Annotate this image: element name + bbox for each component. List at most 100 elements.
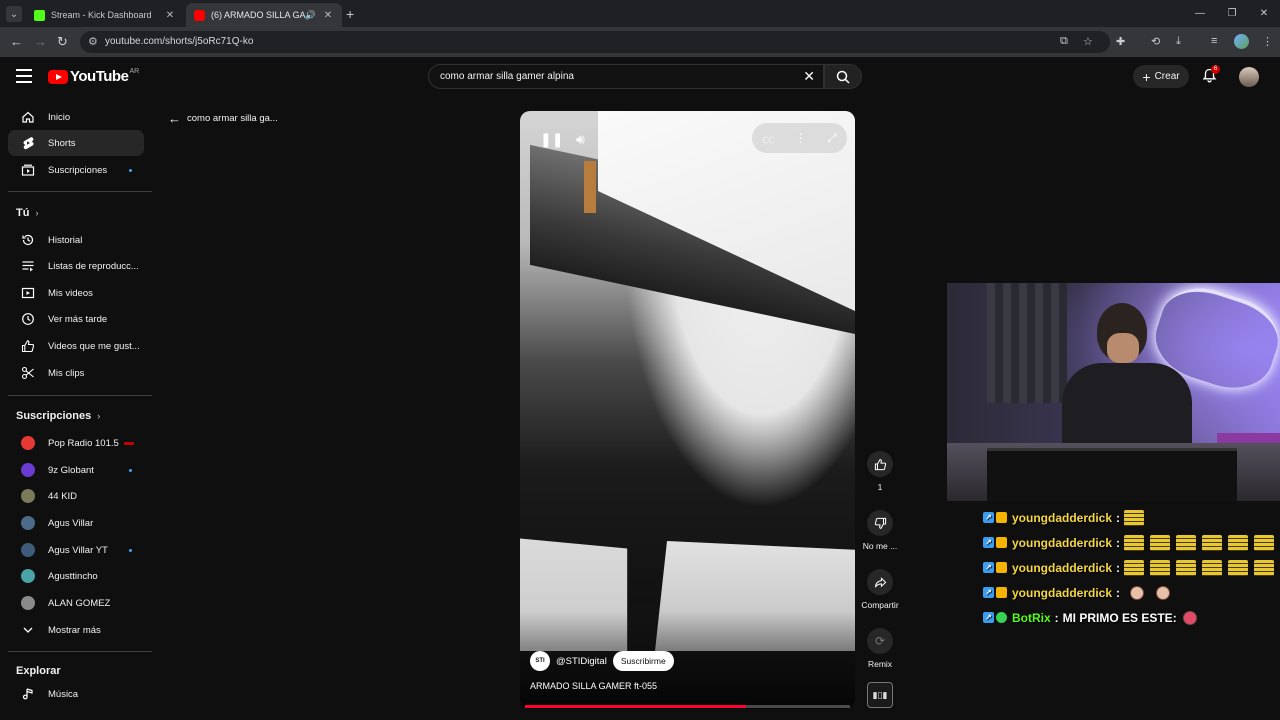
download-icon[interactable]: ⤓ <box>1176 35 1181 48</box>
close-tab-icon[interactable]: ✕ <box>322 10 334 21</box>
search-input[interactable]: como armar silla gamer alpina ✕ <box>428 64 824 89</box>
bookmark-star-icon[interactable]: ☆ <box>1083 35 1093 48</box>
subscribe-button[interactable]: Suscribirme <box>612 651 674 671</box>
close-tab-icon[interactable]: ✕ <box>164 10 176 21</box>
captions-icon[interactable]: ㏄ <box>762 130 774 147</box>
notification-count-badge: 6 <box>1211 65 1220 74</box>
fullscreen-icon[interactable]: ⤢ <box>827 131 837 146</box>
sidebar-channel-agusttincho[interactable]: Agusttincho <box>8 563 144 589</box>
tab-title: Stream - Kick Dashboard <box>51 10 152 20</box>
chat-username: youngdadderdick <box>1012 510 1113 525</box>
sidebar-item-musica[interactable]: Música <box>8 681 144 707</box>
back-arrow-icon[interactable]: ← <box>10 34 23 49</box>
tab-search-button[interactable]: ⌄ <box>6 6 22 22</box>
history-icon[interactable]: ⟲ <box>1151 35 1160 48</box>
sidebar-show-more[interactable]: Mostrar más <box>8 617 144 643</box>
emote-icon <box>1176 534 1197 551</box>
emote-icon <box>1202 559 1223 576</box>
remix-button[interactable]: ⟳ Remix <box>856 628 904 669</box>
sidebar-item-playlists[interactable]: Listas de reproducc... <box>8 253 144 279</box>
like-button[interactable]: 1 <box>856 451 904 492</box>
sidebar-channel-alan-gomez[interactable]: ALAN GOMEZ <box>8 590 144 616</box>
video-title[interactable]: ARMADO SILLA GAMER ft-055 <box>530 681 657 691</box>
sidebar-item-mis-videos[interactable]: Mis videos <box>8 280 144 306</box>
chevron-down-icon <box>8 623 48 637</box>
tab-youtube-short[interactable]: (6) ARMADO SILLA GAMER 🔊 ✕ <box>186 3 342 27</box>
emote-icon <box>1124 559 1145 576</box>
clear-search-icon[interactable]: ✕ <box>803 68 815 85</box>
playlists-icon <box>8 259 48 273</box>
tab-kick-dashboard[interactable]: Stream - Kick Dashboard ✕ <box>26 3 184 27</box>
video-progress-bar[interactable] <box>525 705 850 708</box>
sidebar-channel-agus-villar-yt[interactable]: Agus Villar YT <box>8 537 144 563</box>
player-options: ㏄ ⋮ ⤢ <box>752 123 847 153</box>
site-info-icon[interactable]: ⚙ <box>88 35 98 48</box>
create-button[interactable]: + Crear <box>1133 65 1189 88</box>
search-button[interactable] <box>824 64 862 89</box>
volume-icon[interactable]: 🔊︎ <box>576 131 585 148</box>
youtube-logo[interactable]: YouTube AR <box>48 68 139 85</box>
share-button[interactable]: Compartir <box>856 569 904 610</box>
channel-name: Pop Radio 101.5 <box>48 437 119 449</box>
account-avatar[interactable] <box>1239 67 1259 87</box>
reload-icon[interactable]: ↻ <box>57 34 68 50</box>
sidebar-item-inicio[interactable]: Inicio <box>8 104 144 130</box>
sidebar-channel-9z-globant[interactable]: 9z Globant <box>8 457 144 483</box>
back-label: como armar silla ga... <box>187 113 278 124</box>
new-content-dot <box>129 548 132 552</box>
emote-icon <box>1150 534 1171 551</box>
pause-icon[interactable]: ❚❚ <box>540 131 563 148</box>
close-window-button[interactable]: ✕ <box>1248 0 1280 27</box>
minimize-button[interactable]: — <box>1184 0 1216 27</box>
sidebar-item-label: Mostrar más <box>48 624 101 636</box>
sidebar-item-ver-mas-tarde[interactable]: Ver más tarde <box>8 306 144 332</box>
sidebar-channel-44-kid[interactable]: 44 KID <box>8 483 144 509</box>
crown-badge-icon <box>996 512 1007 523</box>
sound-waveform-icon[interactable]: ▮▯▮ <box>867 682 893 708</box>
sidebar-item-historial[interactable]: Historial <box>8 227 144 253</box>
notifications-button[interactable]: 6 <box>1202 65 1220 88</box>
chat-message: ↗ youngdadderdick: <box>983 505 1280 530</box>
verified-badge-icon <box>996 612 1007 623</box>
country-code: AR <box>129 68 140 75</box>
sidebar-subscriptions-header[interactable]: Suscripciones › <box>16 410 100 422</box>
shorts-video-player[interactable]: ❚❚ 🔊︎ ㏄ ⋮ ⤢ STI @STIDigital Suscribirme … <box>520 111 855 709</box>
emote-icon <box>1254 534 1275 551</box>
chat-text: MI PRIMO ES ESTE: <box>1062 610 1177 625</box>
url-omnibox[interactable]: ⚙ youtube.com/shorts/j5oRc71Q-ko ⧉ ☆ <box>80 31 1110 53</box>
sidebar-channel-pop-radio[interactable]: Pop Radio 101.5 <box>8 430 144 456</box>
install-app-icon[interactable]: ⧉ <box>1060 35 1068 48</box>
forward-arrow-icon[interactable]: → <box>34 34 47 49</box>
search-icon <box>836 70 850 84</box>
more-options-icon[interactable]: ⋮ <box>795 131 807 145</box>
sidebar-item-label: Shorts <box>48 137 76 149</box>
sidebar-item-suscripciones[interactable]: Suscripciones <box>8 157 144 183</box>
thumbs-down-icon <box>867 510 893 536</box>
dislike-button[interactable]: No me ... <box>856 510 904 551</box>
sidebar-you-header[interactable]: Tú › <box>16 207 38 219</box>
sidebar-item-mis-clips[interactable]: Mis clips <box>8 360 144 386</box>
sub-badge-icon: ↗ <box>983 537 994 548</box>
media-controls-icon[interactable]: ≡ <box>1211 35 1217 47</box>
chat-colon: : <box>1054 610 1059 625</box>
back-to-results-link[interactable]: ← como armar silla ga... <box>168 111 278 126</box>
speaker-icon[interactable]: 🔊 <box>305 10 316 21</box>
sidebar-channel-agus-villar[interactable]: Agus Villar <box>8 510 144 536</box>
browser-profile-avatar[interactable] <box>1234 34 1249 49</box>
channel-handle[interactable]: @STIDigital <box>556 656 607 667</box>
sidebar-explore-header: Explorar <box>16 665 61 677</box>
clock-icon <box>8 312 48 326</box>
new-tab-button[interactable]: + <box>346 6 354 22</box>
extensions-icon[interactable]: ✚ <box>1116 35 1125 48</box>
chat-colon: : <box>1116 560 1121 575</box>
more-menu-icon[interactable]: ⋮ <box>1262 35 1273 48</box>
channel-avatar[interactable]: STI <box>530 651 550 671</box>
sidebar-item-label: Inicio <box>48 111 71 123</box>
sidebar-item-liked-videos[interactable]: Videos que me gust... <box>8 333 144 359</box>
webcam-frame <box>987 283 1067 403</box>
restore-button[interactable]: ❐ <box>1216 0 1248 27</box>
sidebar-item-shorts[interactable]: Shorts <box>8 130 144 156</box>
hamburger-menu-icon[interactable] <box>16 69 32 83</box>
emote-icon <box>1124 509 1145 526</box>
chevron-right-icon: › <box>97 411 101 421</box>
